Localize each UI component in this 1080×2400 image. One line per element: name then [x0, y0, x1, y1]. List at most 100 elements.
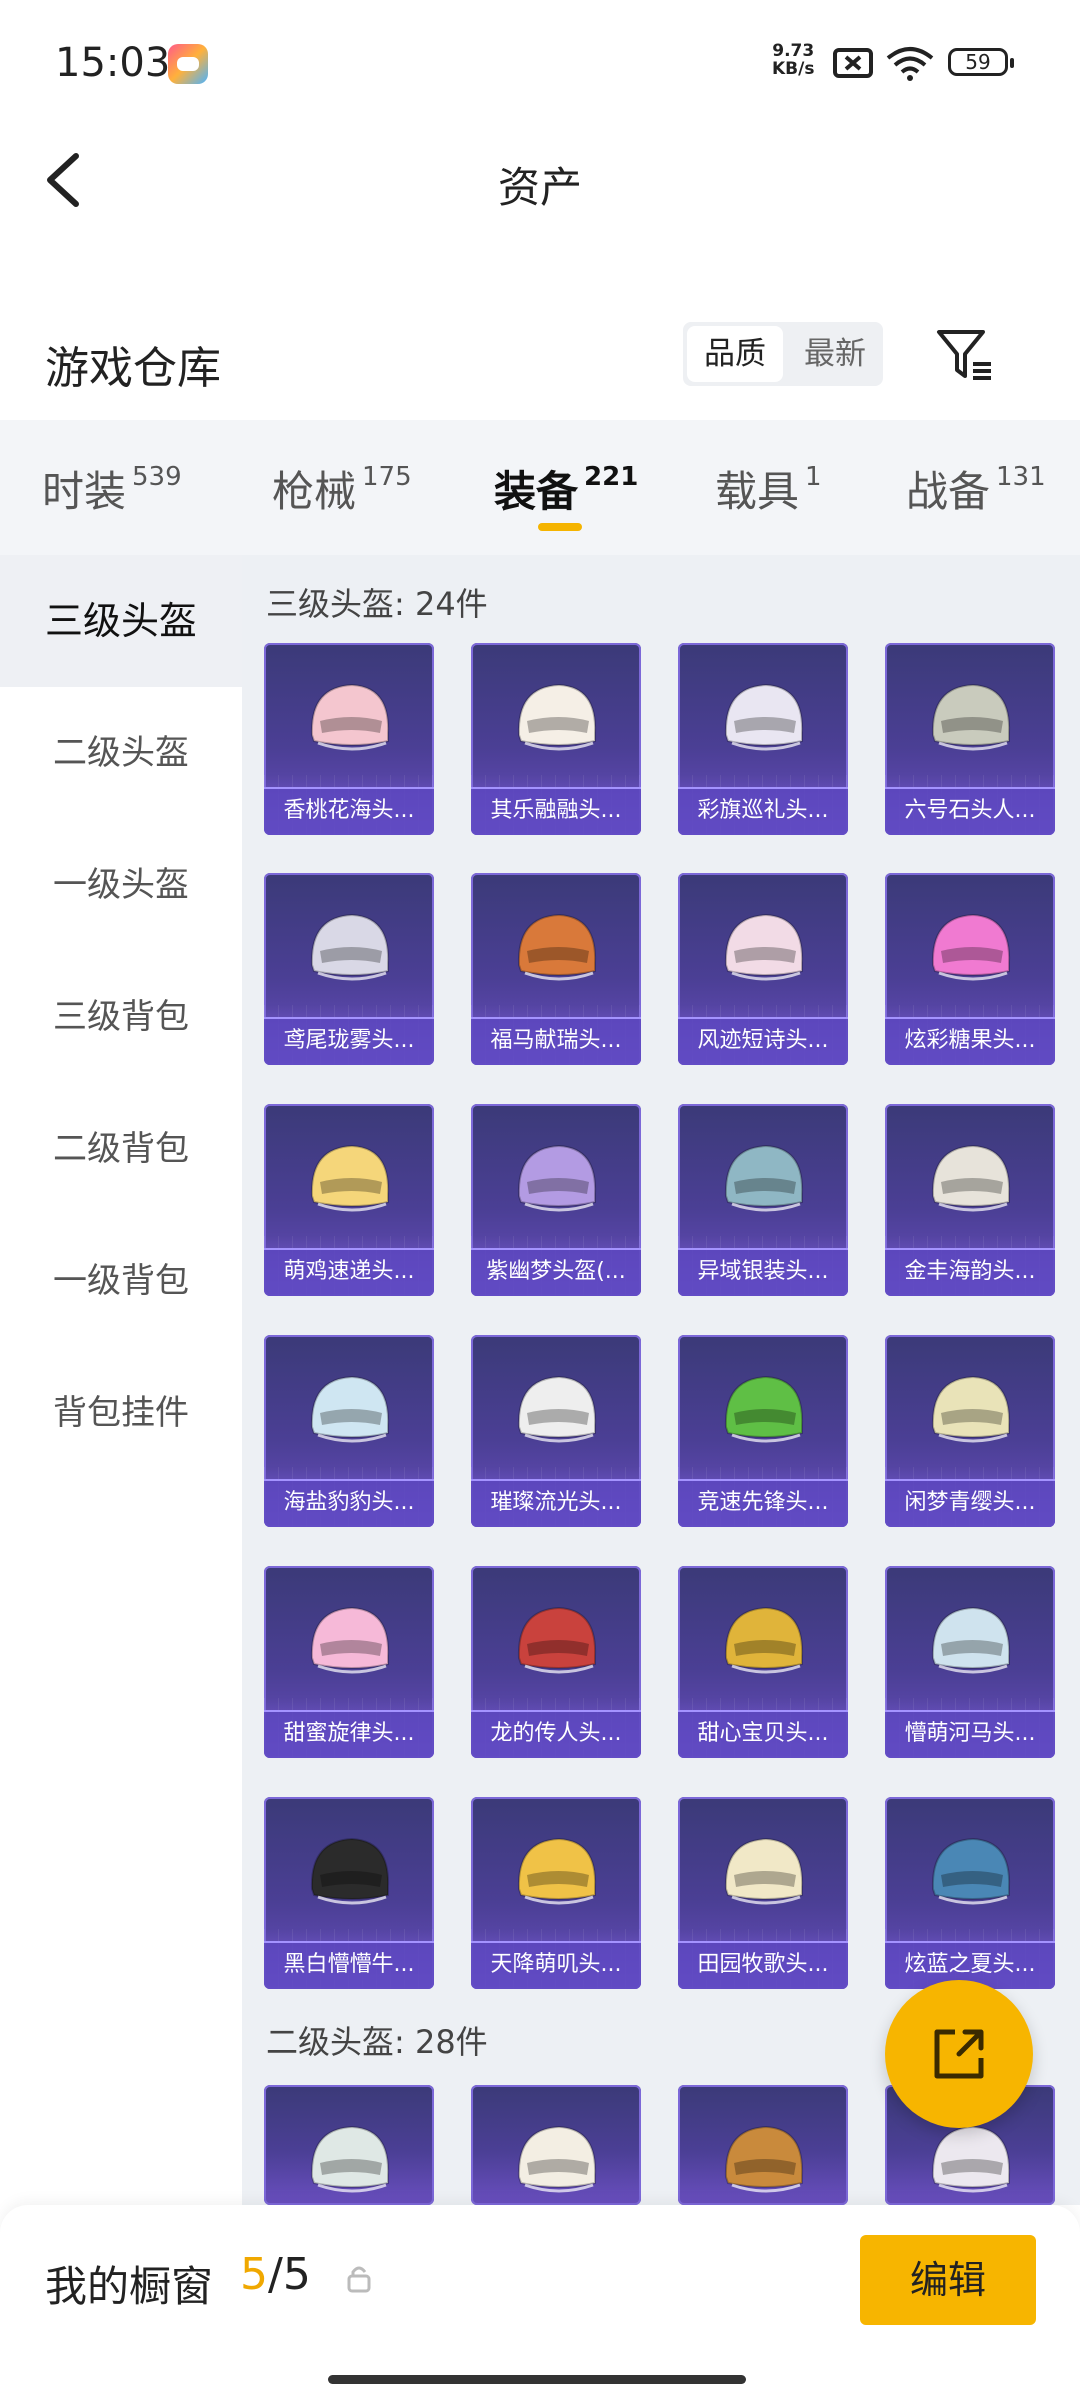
helmet-icon — [310, 2125, 390, 2193]
sidebar-item-level1-helmet[interactable]: 一级头盔 — [0, 819, 242, 951]
item-name: 田园牧歌头... — [678, 1941, 848, 1989]
helmet-icon — [517, 1606, 597, 1674]
showcase-title: 我的橱窗 — [45, 2262, 214, 2311]
item-card[interactable]: 黑白懵懵牛... — [264, 1797, 434, 1989]
warehouse-title: 游戏仓库 — [45, 343, 221, 394]
sidebar-item-level2-helmet[interactable]: 二级头盔 — [0, 687, 242, 819]
item-name: 懵萌河马头... — [885, 1710, 1055, 1758]
item-card[interactable]: 鸢尾珑雾头... — [264, 873, 434, 1065]
helmet-icon — [517, 1144, 597, 1212]
lock-icon — [347, 2266, 371, 2293]
item-name: 炫彩糖果头... — [885, 1017, 1055, 1065]
item-card[interactable]: 闲梦青缨头... — [885, 1335, 1055, 1527]
tab-label: 载具 — [715, 467, 800, 516]
sidebar-item-level3-helmet[interactable]: 三级头盔 — [0, 555, 242, 687]
item-card[interactable]: 甜心宝贝头... — [678, 1566, 848, 1758]
item-name: 萌鸡速递头... — [264, 1248, 434, 1296]
item-card[interactable]: 天降萌叽头... — [471, 1797, 641, 1989]
tab-label: 枪械 — [272, 467, 357, 516]
game-app-icon — [168, 44, 208, 84]
tab-label: 时装 — [42, 467, 127, 516]
item-card[interactable] — [678, 2085, 848, 2205]
item-card[interactable]: 紫幽梦头盔(... — [471, 1104, 641, 1296]
nav-bar: 资产 — [0, 130, 1080, 235]
item-name: 鸢尾珑雾头... — [264, 1017, 434, 1065]
item-card[interactable]: 龙的传人头... — [471, 1566, 641, 1758]
item-card[interactable]: 懵萌河马头... — [885, 1566, 1055, 1758]
sidebar-item-level2-backpack[interactable]: 二级背包 — [0, 1083, 242, 1215]
item-card[interactable]: 风迹短诗头... — [678, 873, 848, 1065]
helmet-icon — [517, 913, 597, 981]
item-card[interactable]: 香桃花海头... — [264, 643, 434, 835]
item-name: 六号石头人... — [885, 787, 1055, 835]
helmet-icon — [931, 913, 1011, 981]
wifi-icon — [886, 47, 934, 81]
item-name: 竞速先锋头... — [678, 1479, 848, 1527]
sidebar-item-level1-backpack[interactable]: 一级背包 — [0, 1215, 242, 1347]
filter-icon[interactable] — [935, 326, 995, 386]
showcase-total: /5 — [268, 2249, 311, 2300]
section-title: 三级头盔: 24件 — [266, 585, 488, 623]
sort-quality-button[interactable]: 品质 — [687, 326, 783, 382]
tab-count: 1 — [805, 462, 822, 492]
helmet-icon — [310, 1144, 390, 1212]
category-tabs: 时装 539 枪械 175 装备 221 载具 1 战备 131 — [0, 420, 1080, 555]
page-title: 资产 — [497, 163, 582, 212]
tab-vehicles[interactable]: 载具 1 — [715, 458, 822, 519]
tab-gear[interactable]: 战备 131 — [906, 458, 1046, 519]
item-card[interactable]: 炫蓝之夏头... — [885, 1797, 1055, 1989]
item-name: 彩旗巡礼头... — [678, 787, 848, 835]
helmet-icon — [931, 1144, 1011, 1212]
share-button[interactable] — [885, 1980, 1033, 2128]
item-card[interactable]: 甜蜜旋律头... — [264, 1566, 434, 1758]
item-name: 黑白懵懵牛... — [264, 1941, 434, 1989]
tab-label: 战备 — [906, 467, 991, 516]
sort-toggle: 品质 最新 — [683, 322, 883, 386]
sort-newest-button[interactable]: 最新 — [787, 322, 883, 386]
helmet-icon — [310, 1606, 390, 1674]
tab-count: 221 — [584, 462, 639, 492]
item-card[interactable]: 彩旗巡礼头... — [678, 643, 848, 835]
helmet-icon — [310, 1837, 390, 1905]
item-card[interactable] — [471, 2085, 641, 2205]
sidebar-item-backpack-charm[interactable]: 背包挂件 — [0, 1347, 242, 1479]
item-card[interactable]: 海盐豹豹头... — [264, 1335, 434, 1527]
item-name: 金丰海韵头... — [885, 1248, 1055, 1296]
item-card[interactable]: 其乐融融头... — [471, 643, 641, 835]
item-card[interactable]: 金丰海韵头... — [885, 1104, 1055, 1296]
item-card[interactable]: 福马献瑞头... — [471, 873, 641, 1065]
clock: 15:03 — [55, 40, 171, 86]
showcase-count: 5/5 — [240, 2249, 311, 2300]
helmet-icon — [517, 2125, 597, 2193]
helmet-icon — [310, 683, 390, 751]
item-name: 闲梦青缨头... — [885, 1479, 1055, 1527]
item-card[interactable] — [264, 2085, 434, 2205]
network-speed: 9.73 KB/s — [772, 42, 814, 78]
item-card[interactable]: 萌鸡速递头... — [264, 1104, 434, 1296]
item-card[interactable]: 炫彩糖果头... — [885, 873, 1055, 1065]
speed-value: 9.73 — [772, 41, 815, 61]
helmet-icon — [517, 1375, 597, 1443]
item-name: 天降萌叽头... — [471, 1941, 641, 1989]
tab-fashion[interactable]: 时装 539 — [42, 458, 182, 519]
helmet-icon — [724, 1144, 804, 1212]
item-card[interactable]: 璀璨流光头... — [471, 1335, 641, 1527]
item-card[interactable]: 田园牧歌头... — [678, 1797, 848, 1989]
helmet-icon — [724, 1837, 804, 1905]
helmet-icon — [724, 683, 804, 751]
sidebar-item-level3-backpack[interactable]: 三级背包 — [0, 951, 242, 1083]
item-name: 龙的传人头... — [471, 1710, 641, 1758]
tab-weapons[interactable]: 枪械 175 — [272, 458, 412, 519]
status-bar: 15:03 9.73 KB/s 59 — [0, 0, 1080, 130]
item-card[interactable]: 竞速先锋头... — [678, 1335, 848, 1527]
helmet-icon — [931, 683, 1011, 751]
showcase-bar: 我的橱窗 5/5 编辑 — [0, 2205, 1080, 2400]
tab-equipment[interactable]: 装备 221 — [494, 458, 638, 519]
item-name: 其乐融融头... — [471, 787, 641, 835]
home-indicator[interactable] — [328, 2375, 746, 2384]
edit-button[interactable]: 编辑 — [860, 2235, 1036, 2325]
item-name: 璀璨流光头... — [471, 1479, 641, 1527]
item-card[interactable]: 异域银装头... — [678, 1104, 848, 1296]
item-card[interactable]: 六号石头人... — [885, 643, 1055, 835]
helmet-icon — [931, 1606, 1011, 1674]
